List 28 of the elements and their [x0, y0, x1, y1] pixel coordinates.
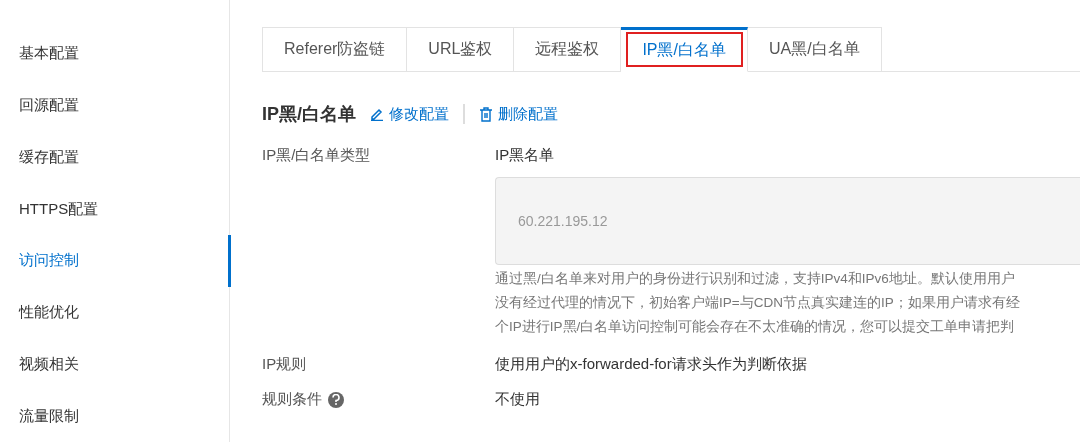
- description-text: 通过黑/白名单来对用户的身份进行识别和过滤，支持IPv4和IPv6地址。默认使用用户: [495, 271, 1015, 286]
- tab[interactable]: 远程鉴权: [514, 27, 622, 72]
- tab[interactable]: IP黑/白名单: [621, 27, 748, 72]
- field-label: 规则条件: [262, 390, 322, 409]
- sidebar-item[interactable]: 缓存配置: [0, 131, 231, 184]
- sidebar-item[interactable]: 性能优化: [0, 286, 231, 339]
- sidebar-item[interactable]: 基本配置: [0, 28, 231, 80]
- pencil-icon: [370, 107, 384, 121]
- field-value: IP黑名单: [495, 146, 556, 165]
- edit-link[interactable]: 修改配置: [370, 104, 449, 124]
- description-text: 没有经过代理的情况下，初始客户端IP=与CDN节点真实建连的IP；如果用户请求有经: [495, 295, 1020, 310]
- sidebar-item[interactable]: 视频相关: [0, 338, 231, 391]
- sidebar-item[interactable]: 访问控制: [0, 235, 231, 287]
- sidebar-item[interactable]: 回源配置: [0, 79, 231, 132]
- sidebar-item[interactable]: HTTPS配置: [0, 183, 231, 235]
- sidebar-item[interactable]: 流量限制: [0, 390, 231, 442]
- field-value: 不使用: [495, 390, 541, 409]
- description-text: 个IP进行IP黑/白名单访问控制可能会存在不太准确的情况，您可以提交工单申请把判: [495, 319, 1015, 334]
- field-label: IP黑/白名单类型: [262, 146, 371, 165]
- field-label: IP规则: [262, 355, 307, 374]
- help-icon[interactable]: [328, 391, 344, 408]
- section-title: IP黑/白名单: [262, 103, 356, 126]
- delete-link[interactable]: 删除配置: [479, 104, 558, 124]
- tab[interactable]: URL鉴权: [407, 27, 515, 72]
- tab[interactable]: UA黑/白名单: [747, 27, 882, 72]
- tab[interactable]: Referer防盗链: [262, 27, 408, 72]
- field-value: 使用用户的x-forwarded-for请求头作为判断依据: [495, 355, 808, 374]
- trash-icon: [479, 106, 493, 122]
